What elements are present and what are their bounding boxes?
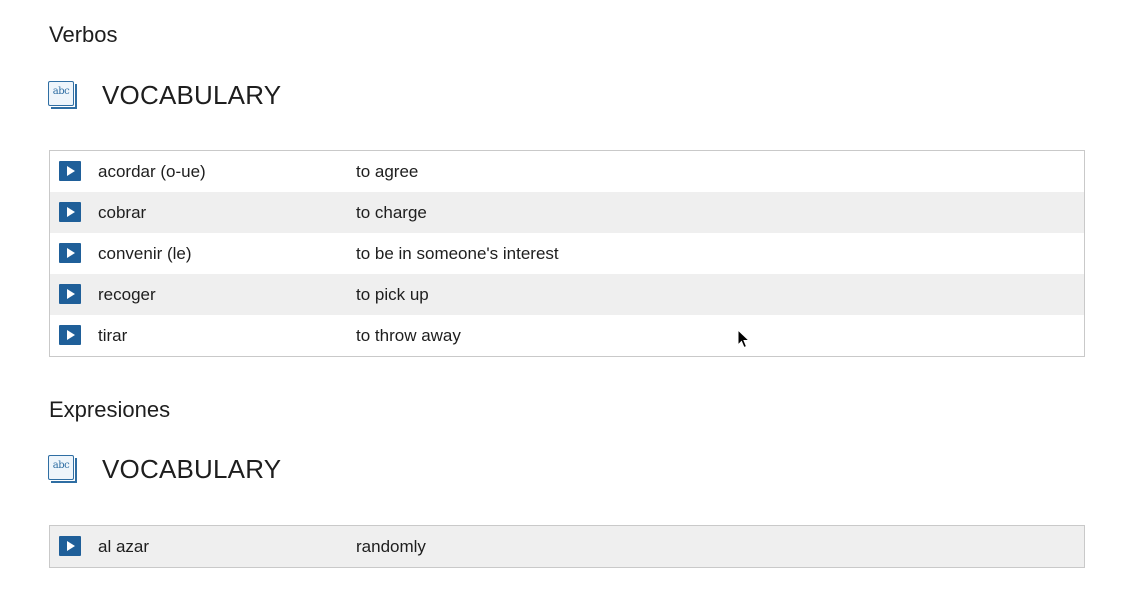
play-audio-icon[interactable]	[59, 161, 81, 181]
vocabulary-row[interactable]: cobrar to charge	[50, 192, 1084, 233]
vocabulary-term: recoger	[98, 284, 156, 304]
vocabulary-title: VOCABULARY	[102, 79, 282, 110]
vocabulary-header: abc VOCABULARY	[48, 452, 281, 486]
vocabulary-book-icon: abc	[48, 455, 78, 483]
vocabulary-meaning: to agree	[356, 161, 419, 181]
vocabulary-meaning: to be in someone's interest	[356, 243, 559, 263]
vocabulary-table: al azar randomly	[49, 525, 1085, 568]
vocabulary-term: convenir (le)	[98, 243, 192, 263]
vocabulary-row[interactable]: al azar randomly	[50, 526, 1084, 567]
vocabulary-table: acordar (o-ue) to agree cobrar to charge…	[49, 150, 1085, 357]
section-heading-verbos: Verbos	[49, 22, 118, 47]
play-audio-icon[interactable]	[59, 325, 81, 345]
vocabulary-meaning: to throw away	[356, 325, 461, 345]
vocabulary-term: al azar	[98, 536, 150, 556]
vocabulary-term: tirar	[98, 325, 128, 345]
vocabulary-meaning: to pick up	[356, 284, 429, 304]
play-audio-icon[interactable]	[59, 243, 81, 263]
section-heading-expresiones: Expresiones	[49, 397, 171, 422]
play-audio-icon[interactable]	[59, 284, 81, 304]
play-audio-icon[interactable]	[59, 202, 81, 222]
vocabulary-meaning: to charge	[356, 202, 427, 222]
vocabulary-title: VOCABULARY	[102, 453, 282, 484]
vocabulary-book-icon: abc	[48, 81, 78, 109]
play-audio-icon[interactable]	[59, 536, 81, 556]
vocabulary-row[interactable]: tirar to throw away	[50, 315, 1084, 356]
vocabulary-term: cobrar	[98, 202, 147, 222]
vocabulary-header: abc VOCABULARY	[48, 78, 281, 112]
vocabulary-row[interactable]: convenir (le) to be in someone's interes…	[50, 233, 1084, 274]
mouse-pointer-icon	[737, 329, 751, 349]
vocabulary-meaning: randomly	[356, 536, 426, 556]
vocabulary-row[interactable]: acordar (o-ue) to agree	[50, 151, 1084, 192]
vocabulary-term: acordar (o-ue)	[98, 161, 206, 181]
vocabulary-row[interactable]: recoger to pick up	[50, 274, 1084, 315]
